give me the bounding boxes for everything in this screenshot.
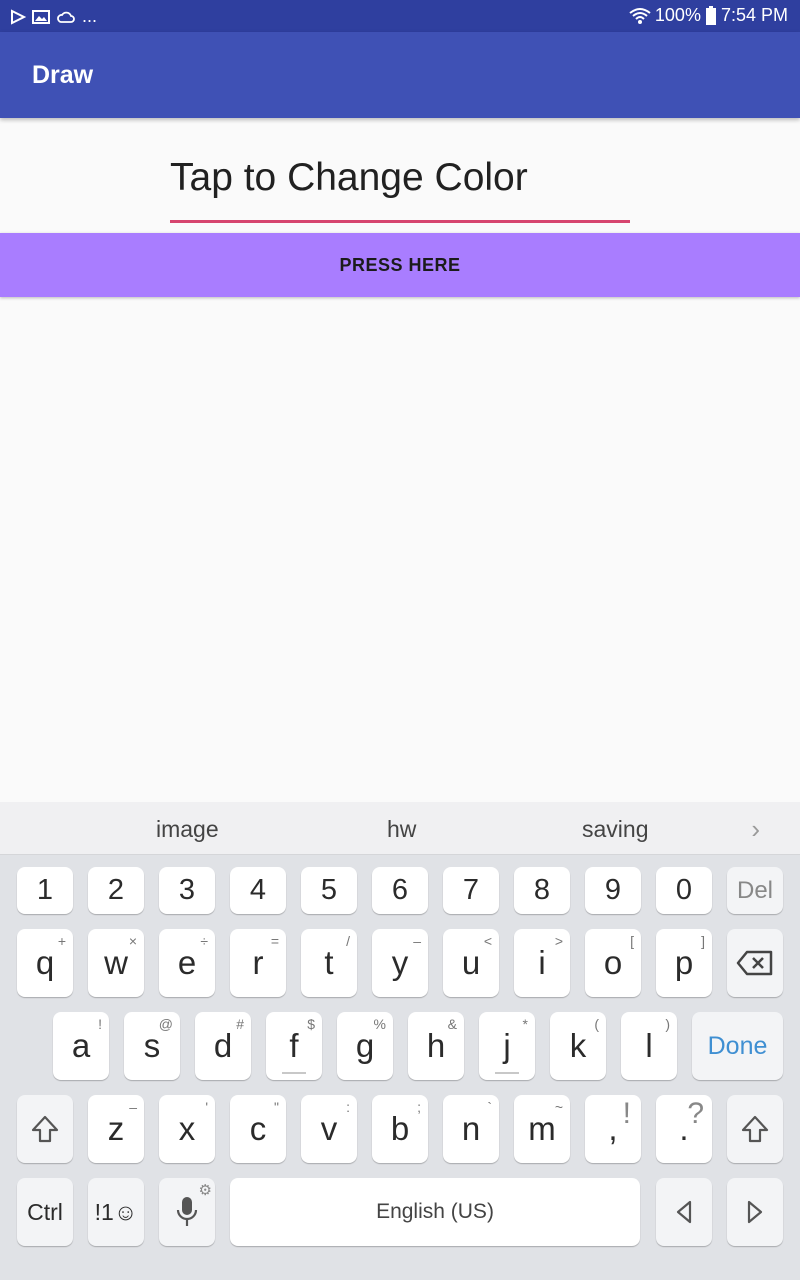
keyboard: 1 2 3 4 5 6 7 8 9 0 Del q + w × e ÷ r = t / y… bbox=[0, 855, 800, 1280]
key-q[interactable]: q + bbox=[17, 929, 73, 997]
status-right: 100% 7:54 PM bbox=[629, 5, 788, 26]
key-w[interactable]: w × bbox=[88, 929, 144, 997]
app-bar: Draw bbox=[0, 32, 800, 118]
app-title: Draw bbox=[32, 61, 94, 89]
key-9[interactable]: 9 bbox=[585, 867, 641, 914]
press-here-button[interactable]: PRESS HERE bbox=[0, 233, 800, 297]
del-key[interactable]: Del bbox=[727, 867, 783, 914]
key-u[interactable]: u < bbox=[443, 929, 499, 997]
suggestion-3[interactable]: saving bbox=[582, 816, 648, 843]
key-period[interactable]: .? bbox=[656, 1095, 712, 1163]
key-0[interactable]: 0 bbox=[656, 867, 712, 914]
cloud-icon bbox=[56, 9, 76, 25]
gear-icon: ⚙ bbox=[198, 1182, 212, 1199]
triangle-left-icon bbox=[674, 1199, 694, 1225]
shift-icon bbox=[30, 1114, 60, 1144]
cursor-right-key[interactable] bbox=[727, 1178, 783, 1246]
status-left: ... bbox=[10, 6, 97, 27]
status-bar: ... 100% 7:54 PM bbox=[0, 0, 800, 32]
key-e[interactable]: e ÷ bbox=[159, 929, 215, 997]
text-field-underline bbox=[170, 220, 630, 223]
key-j[interactable]: j * bbox=[479, 1012, 535, 1080]
key-b[interactable]: b; bbox=[372, 1095, 428, 1163]
key-x[interactable]: x ' bbox=[159, 1095, 215, 1163]
color-text-field-container bbox=[170, 150, 630, 224]
suggestion-1[interactable]: image bbox=[156, 816, 219, 843]
key-a[interactable]: a! bbox=[53, 1012, 109, 1080]
key-o[interactable]: o[ bbox=[585, 929, 641, 997]
key-7[interactable]: 7 bbox=[443, 867, 499, 914]
backspace-icon bbox=[736, 950, 774, 976]
key-y[interactable]: y – bbox=[372, 929, 428, 997]
voice-input-key[interactable]: ⚙ bbox=[159, 1178, 215, 1246]
key-s[interactable]: s @ bbox=[124, 1012, 180, 1080]
key-2[interactable]: 2 bbox=[88, 867, 144, 914]
ctrl-key[interactable]: Ctrl bbox=[17, 1178, 73, 1246]
battery-icon bbox=[705, 5, 717, 26]
symbols-emoji-key[interactable]: !1☺ bbox=[88, 1178, 144, 1246]
wifi-icon bbox=[629, 7, 651, 25]
clock: 7:54 PM bbox=[720, 5, 788, 25]
key-h[interactable]: h & bbox=[408, 1012, 464, 1080]
key-t[interactable]: t / bbox=[301, 929, 357, 997]
key-1[interactable]: 1 bbox=[17, 867, 73, 914]
key-k[interactable]: k( bbox=[550, 1012, 606, 1080]
key-3[interactable]: 3 bbox=[159, 867, 215, 914]
triangle-right-icon bbox=[745, 1199, 765, 1225]
key-4[interactable]: 4 bbox=[230, 867, 286, 914]
more-notifications: ... bbox=[82, 6, 98, 26]
key-m[interactable]: m ~ bbox=[514, 1095, 570, 1163]
play-store-icon bbox=[10, 8, 26, 25]
key-z[interactable]: z – bbox=[88, 1095, 144, 1163]
done-key[interactable]: Done bbox=[692, 1012, 783, 1080]
key-5[interactable]: 5 bbox=[301, 867, 357, 914]
color-text-field[interactable] bbox=[170, 150, 630, 206]
key-p[interactable]: p] bbox=[656, 929, 712, 997]
shift-icon bbox=[740, 1114, 770, 1144]
key-f[interactable]: f $ bbox=[266, 1012, 322, 1080]
home-key-marker bbox=[282, 1072, 306, 1074]
key-d[interactable]: d # bbox=[195, 1012, 251, 1080]
chevron-right-icon[interactable]: › bbox=[751, 814, 760, 845]
key-comma[interactable]: ,! bbox=[585, 1095, 641, 1163]
key-v[interactable]: v: bbox=[301, 1095, 357, 1163]
microphone-icon bbox=[175, 1195, 199, 1229]
key-g[interactable]: g% bbox=[337, 1012, 393, 1080]
battery-percent: 100% bbox=[654, 5, 701, 25]
image-icon bbox=[32, 9, 50, 25]
key-i[interactable]: i > bbox=[514, 929, 570, 997]
space-bar[interactable]: English (US) bbox=[230, 1178, 640, 1246]
home-key-marker bbox=[495, 1072, 519, 1074]
shift-key-left[interactable] bbox=[17, 1095, 73, 1163]
cursor-left-key[interactable] bbox=[656, 1178, 712, 1246]
suggestion-bar: image hw saving › bbox=[0, 802, 800, 855]
backspace-key[interactable] bbox=[727, 929, 783, 997]
key-r[interactable]: r = bbox=[230, 929, 286, 997]
key-n[interactable]: n ` bbox=[443, 1095, 499, 1163]
shift-key-right[interactable] bbox=[727, 1095, 783, 1163]
suggestion-2[interactable]: hw bbox=[387, 816, 416, 843]
key-l[interactable]: l) bbox=[621, 1012, 677, 1080]
key-6[interactable]: 6 bbox=[372, 867, 428, 914]
key-c[interactable]: c " bbox=[230, 1095, 286, 1163]
key-8[interactable]: 8 bbox=[514, 867, 570, 914]
